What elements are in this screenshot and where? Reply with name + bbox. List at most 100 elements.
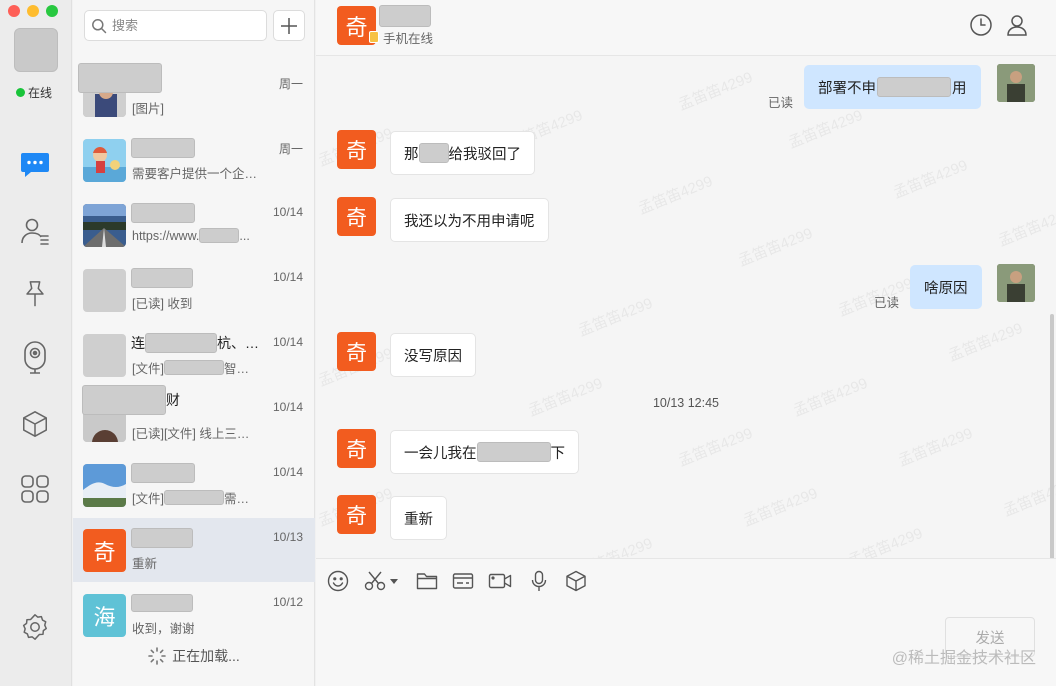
conversation-preview: 需要客户提供一个企… bbox=[132, 167, 258, 181]
contact-message-avatar[interactable]: 奇 bbox=[337, 197, 376, 236]
conversation-time: 10/14 bbox=[272, 270, 303, 284]
read-receipt: 已读 bbox=[874, 296, 900, 310]
folder-icon bbox=[416, 573, 438, 590]
close-window-button[interactable] bbox=[8, 5, 20, 17]
zoom-window-button[interactable] bbox=[46, 5, 58, 17]
conversation-item[interactable]: 奇 重新 10/13 bbox=[73, 518, 315, 582]
read-receipt: 已读 bbox=[768, 96, 794, 110]
conversation-time: 10/13 bbox=[272, 530, 303, 544]
conversation-item[interactable]: 财 [已读][文件] 线上三… 10/14 bbox=[73, 385, 315, 452]
conversation-item[interactable]: [图片] 周一 bbox=[73, 63, 315, 127]
conversation-avatar bbox=[83, 334, 126, 377]
watermark: 孟笛笛4299 bbox=[891, 156, 971, 202]
message-bubble-incoming[interactable]: 没写原因 bbox=[390, 333, 476, 377]
sidebar-item-workbench[interactable] bbox=[18, 407, 52, 441]
conversation-avatar bbox=[83, 464, 126, 507]
conversation-preview: 重新 bbox=[132, 557, 158, 571]
conversation-list: [图片] 周一 需要客户提供一个企… 周一 https://www.... 10… bbox=[73, 0, 315, 686]
conversation-item[interactable]: [已读] 收到 10/14 bbox=[73, 258, 315, 322]
conversation-preview: [文件] 智… bbox=[132, 360, 249, 376]
profile-button[interactable] bbox=[1005, 13, 1029, 37]
add-button[interactable] bbox=[273, 10, 305, 41]
camera-icon bbox=[24, 341, 46, 374]
sidebar-item-contacts[interactable] bbox=[18, 214, 52, 248]
contact-message-avatar[interactable]: 奇 bbox=[337, 495, 376, 534]
message-bubble-incoming[interactable]: 重新 bbox=[390, 496, 447, 540]
microphone-icon bbox=[531, 570, 547, 591]
conversation-item[interactable]: [文件] 需… 10/14 bbox=[73, 453, 315, 517]
message-bubble-incoming[interactable]: 我还以为不用申请呢 bbox=[390, 198, 549, 242]
message-bubble-incoming[interactable]: 那给我驳回了 bbox=[390, 131, 535, 175]
contact-name bbox=[379, 5, 431, 27]
sidebar-item-chats[interactable] bbox=[18, 147, 52, 181]
send-file-button[interactable] bbox=[415, 569, 439, 593]
conversation-item[interactable]: https://www.... 10/14 bbox=[73, 193, 315, 257]
online-dot-icon bbox=[16, 88, 25, 97]
chevron-down-icon bbox=[390, 579, 398, 584]
watermark: 孟笛笛4299 bbox=[576, 294, 656, 340]
screenshot-button[interactable] bbox=[362, 569, 402, 593]
conversation-avatar bbox=[83, 204, 126, 247]
sidebar-item-settings[interactable] bbox=[18, 610, 52, 644]
watermark: 孟笛笛4299 bbox=[636, 172, 716, 218]
watermark: 孟笛笛4299 bbox=[676, 424, 756, 470]
cube-icon bbox=[566, 570, 586, 592]
sidebar-item-pins[interactable] bbox=[18, 277, 52, 311]
scissors-icon bbox=[364, 571, 386, 591]
history-button[interactable] bbox=[969, 13, 993, 37]
voice-button[interactable] bbox=[527, 569, 551, 593]
sidebar-item-apps[interactable] bbox=[18, 472, 52, 506]
emoji-button[interactable] bbox=[326, 569, 350, 593]
message-area[interactable]: 孟笛笛4299 孟笛笛4299 孟笛笛4299 孟笛笛4299 孟笛笛4299 … bbox=[316, 56, 1056, 558]
search-input[interactable] bbox=[112, 18, 262, 33]
message-scrollbar[interactable] bbox=[1050, 314, 1054, 558]
contact-message-avatar[interactable]: 奇 bbox=[337, 130, 376, 169]
conversation-avatar: 海 bbox=[83, 594, 126, 637]
watermark: 孟笛笛4299 bbox=[896, 424, 976, 470]
conversation-item[interactable]: 需要客户提供一个企… 周一 bbox=[73, 128, 315, 192]
watermark: 孟笛笛4299 bbox=[846, 524, 926, 558]
conversation-time: 10/12 bbox=[272, 595, 303, 609]
watermark: 孟笛笛4299 bbox=[996, 204, 1056, 250]
presence-status[interactable]: 在线 bbox=[16, 84, 52, 101]
search-box[interactable] bbox=[84, 10, 267, 41]
conversation-preview: 收到，谢谢 bbox=[132, 622, 195, 636]
conversation-name bbox=[78, 63, 162, 93]
pin-icon bbox=[26, 281, 44, 307]
watermark: 孟笛笛4299 bbox=[736, 224, 816, 270]
workbench-app-button[interactable] bbox=[564, 569, 588, 593]
message-input-area[interactable]: 发送 @稀土掘金技术社区 bbox=[316, 602, 1056, 686]
video-call-button[interactable] bbox=[488, 569, 512, 593]
conversation-time: 周一 bbox=[278, 142, 303, 156]
card-button[interactable] bbox=[451, 569, 475, 593]
left-rail: 在线 bbox=[0, 0, 72, 686]
conversation-time: 10/14 bbox=[272, 400, 303, 414]
contact-avatar[interactable]: 奇 bbox=[337, 6, 379, 45]
my-message-avatar[interactable] bbox=[997, 264, 1035, 302]
contacts-icon bbox=[21, 218, 49, 245]
conversation-avatar bbox=[83, 269, 126, 312]
minimize-window-button[interactable] bbox=[27, 5, 39, 17]
my-message-avatar[interactable] bbox=[997, 64, 1035, 102]
my-avatar[interactable] bbox=[14, 28, 58, 72]
phone-online-icon bbox=[369, 31, 379, 43]
conversation-preview: https://www.... bbox=[132, 228, 250, 243]
message-bubble-incoming[interactable]: 一会儿我在下 bbox=[390, 430, 579, 474]
conversation-item[interactable]: 海 收到，谢谢 10/12 bbox=[73, 583, 315, 647]
conversation-time: 10/14 bbox=[272, 465, 303, 479]
contact-message-avatar[interactable]: 奇 bbox=[337, 429, 376, 468]
conversation-name bbox=[131, 528, 193, 548]
message-bubble-outgoing[interactable]: 部署不申用 bbox=[804, 65, 981, 109]
contact-message-avatar[interactable]: 奇 bbox=[337, 332, 376, 371]
sidebar-item-camera[interactable] bbox=[18, 341, 52, 375]
apps-grid-icon bbox=[21, 475, 49, 503]
conversation-name bbox=[131, 268, 193, 288]
conversation-preview: [已读][文件] 线上三… bbox=[132, 427, 250, 441]
message-bubble-outgoing[interactable]: 啥原因 bbox=[910, 265, 982, 309]
conversation-item[interactable]: 连杭、… [文件] 智… 10/14 bbox=[73, 323, 315, 387]
window-controls bbox=[8, 5, 58, 17]
watermark: 孟笛笛4299 bbox=[741, 484, 821, 530]
conversation-preview: [文件] 需… bbox=[132, 490, 249, 506]
watermark: 孟笛笛4299 bbox=[946, 319, 1026, 365]
conversation-time: 10/14 bbox=[272, 205, 303, 219]
